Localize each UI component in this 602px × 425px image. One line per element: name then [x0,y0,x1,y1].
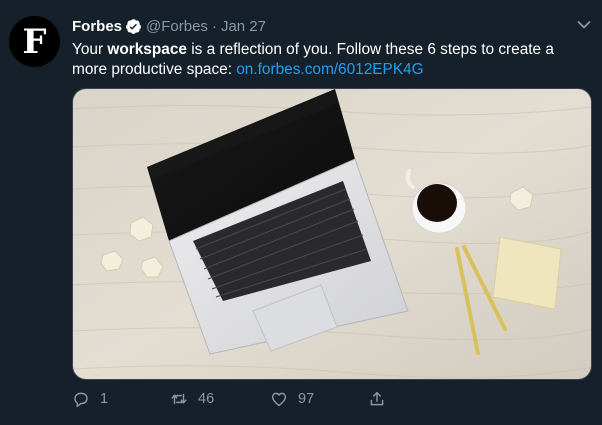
tweet-header: Forbes @Forbes · Jan 27 [72,16,266,36]
tweet-text-bold: workspace [107,41,187,58]
tweet-media-photo[interactable] [72,88,592,380]
tweet-text-part: Your [72,41,108,58]
reply-count: 1 [100,391,109,407]
verified-badge-icon [126,18,141,34]
tweet-link[interactable]: on.forbes.com/6012EPK4G [236,61,423,78]
like-button[interactable]: 97 [270,390,314,408]
reply-icon [74,392,88,408]
retweet-icon [171,393,187,405]
chevron-down-icon[interactable] [577,20,591,30]
tweet-text: Your workspace is a reflection of you. F… [72,40,582,80]
retweet-count: 46 [198,391,215,407]
workspace-photo [73,89,591,379]
reply-button[interactable]: 1 [72,390,108,408]
timestamp[interactable]: Jan 27 [221,18,266,35]
sticky-notes [492,236,562,310]
avatar[interactable]: F [9,16,60,67]
display-name[interactable]: Forbes [72,18,122,35]
tweet-actions: 1 46 97 [72,390,592,412]
forbes-logo: F [22,22,47,62]
share-button[interactable] [368,390,386,408]
tweet[interactable]: F Forbes @Forbes · Jan 27 Your workspace… [0,0,602,425]
separator: · [211,17,217,35]
share-icon [370,391,384,406]
like-count: 97 [298,391,315,407]
handle[interactable]: @Forbes [146,18,208,35]
retweet-button[interactable]: 46 [170,390,214,408]
like-icon [271,392,287,407]
